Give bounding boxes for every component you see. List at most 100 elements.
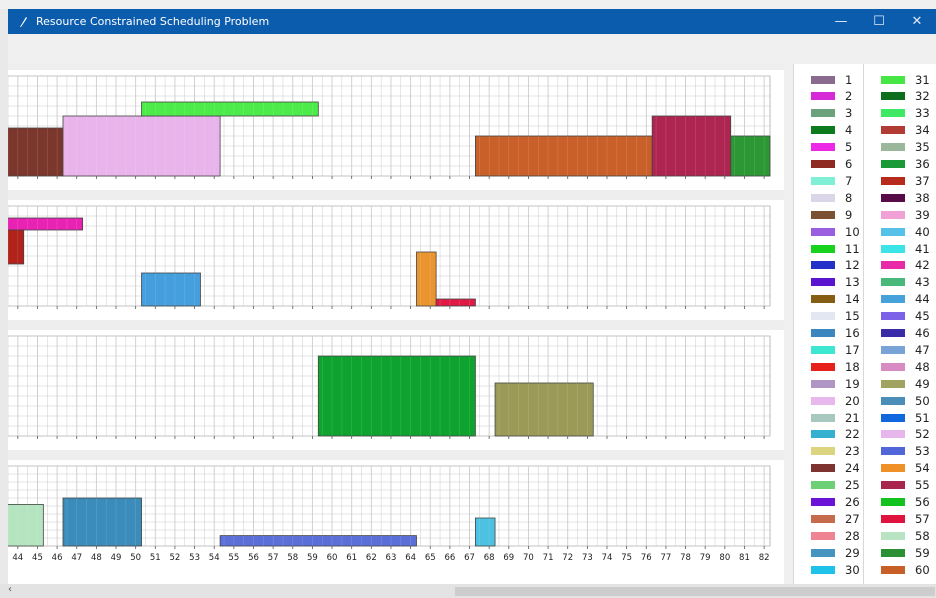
task-bar[interactable]	[475, 135, 653, 177]
x-tick-label: 53	[189, 553, 200, 563]
task-bar[interactable]	[8, 127, 64, 177]
legend-swatch	[881, 193, 905, 202]
x-tick-label: 68	[484, 553, 495, 563]
legend-entry: 39	[881, 206, 930, 223]
task-bar[interactable]	[141, 272, 201, 307]
legend-label: 32	[915, 89, 930, 104]
gantt-plot-1	[8, 75, 771, 179]
x-tick-label: 59	[307, 553, 318, 563]
legend-entry: 42	[881, 257, 930, 274]
legend-label: 12	[845, 258, 860, 273]
legend-swatch	[881, 295, 905, 304]
task-bar[interactable]	[8, 217, 84, 231]
legend-label: 31	[915, 72, 930, 87]
legend-entry: 44	[881, 291, 930, 308]
legend-entry: 7	[811, 172, 852, 189]
x-tick-label: 80	[719, 553, 730, 563]
legend-entry: 27	[811, 510, 860, 527]
legend-swatch	[811, 109, 835, 118]
x-tick-label: 62	[366, 553, 377, 563]
legend-entry: 16	[811, 325, 860, 342]
legend-label: 20	[845, 393, 860, 408]
legend-label: 3	[845, 106, 853, 121]
gantt-plot-4: 44 45 46 47 48 49 50 51 52 53 54 55 56 57 58 59 60 61 62 63…	[8, 465, 771, 563]
legend-swatch	[811, 261, 835, 270]
legend-swatch	[881, 379, 905, 388]
legend-entry: 28	[811, 527, 860, 544]
legend-entry: 54	[881, 460, 930, 477]
maximize-button[interactable]: ☐	[860, 9, 898, 34]
x-tick-label: 73	[582, 553, 593, 563]
task-bar[interactable]	[416, 251, 437, 307]
legend-column-1: 1 2 3 4 5 6 7 8 9 10 11 12 13 14 15 16 17 18 19 20 21 22 23 24 2…	[793, 64, 864, 598]
task-bar[interactable]	[475, 517, 496, 547]
legend-label: 37	[915, 173, 930, 188]
legend-swatch	[811, 75, 835, 84]
legend-label: 38	[915, 190, 930, 205]
feather-icon	[16, 15, 30, 29]
task-bar[interactable]	[141, 101, 319, 117]
legend-entry: 15	[811, 308, 860, 325]
x-tick-label: 55	[228, 553, 239, 563]
legend-entry: 53	[881, 443, 930, 460]
scroll-left-icon[interactable]: ‹	[8, 584, 12, 595]
legend-label: 39	[915, 207, 930, 222]
legend-label: 47	[915, 342, 930, 357]
scrollbar-thumb[interactable]	[455, 587, 935, 596]
legend-swatch	[881, 143, 905, 152]
legend-swatch	[881, 278, 905, 287]
legend-swatch	[881, 362, 905, 371]
legend-swatch	[881, 430, 905, 439]
task-bar[interactable]	[651, 115, 732, 177]
legend-entry: 35	[881, 139, 930, 156]
x-tick-label: 82	[759, 553, 770, 563]
x-tick-label: 75	[621, 553, 632, 563]
legend-label: 34	[915, 123, 930, 138]
legend-label: 58	[915, 528, 930, 543]
legend-label: 19	[845, 376, 860, 391]
legend-label: 33	[915, 106, 930, 121]
legend-entry: 10	[811, 223, 860, 240]
legend-entry: 51	[881, 409, 930, 426]
close-button[interactable]: ✕	[898, 9, 936, 34]
horizontal-scrollbar[interactable]: ‹	[0, 584, 936, 598]
legend-entry: 19	[811, 375, 860, 392]
legend-label: 1	[845, 72, 853, 87]
legend-entry: 38	[881, 189, 930, 206]
legend-entry: 5	[811, 139, 852, 156]
legend-entry: 59	[881, 544, 930, 561]
resource-panel-3	[8, 330, 784, 450]
legend-label: 13	[845, 275, 860, 290]
gantt-chart-area: 44 45 46 47 48 49 50 51 52 53 54 55 56 57 58 59 60 61 62 63…	[8, 64, 784, 598]
title-bar[interactable]: Resource Constrained Scheduling Problem …	[8, 9, 936, 34]
task-bar[interactable]	[8, 504, 44, 547]
legend-entry: 43	[881, 274, 930, 291]
legend-entry: 57	[881, 510, 930, 527]
x-tick-label: 69	[503, 553, 514, 563]
legend-label: 56	[915, 495, 930, 509]
x-tick-label: 49	[111, 553, 122, 563]
legend-entry: 26	[811, 494, 860, 511]
legend-swatch	[811, 413, 835, 422]
x-tick-label: 74	[602, 553, 613, 563]
x-tick-label: 78	[680, 553, 691, 563]
task-bar[interactable]	[219, 535, 417, 547]
legend-label: 53	[915, 444, 930, 459]
x-tick-label: 51	[150, 553, 161, 563]
legend-label: 22	[845, 427, 860, 442]
legend-label: 44	[915, 292, 930, 307]
gantt-plot-3	[8, 335, 771, 439]
legend-entry: 56	[881, 494, 930, 511]
legend-swatch	[811, 143, 835, 152]
task-bar[interactable]	[494, 382, 594, 437]
task-bar[interactable]	[62, 497, 142, 547]
legend-swatch	[811, 312, 835, 321]
minimize-button[interactable]: —	[822, 9, 860, 34]
legend-entry: 29	[811, 544, 860, 561]
x-tick-label: 44	[12, 553, 23, 563]
legend-swatch	[811, 514, 835, 523]
legend-entry: 30	[811, 561, 860, 578]
task-bar[interactable]	[8, 229, 25, 265]
x-tick-label: 71	[543, 553, 554, 563]
legend-label: 30	[845, 562, 860, 577]
